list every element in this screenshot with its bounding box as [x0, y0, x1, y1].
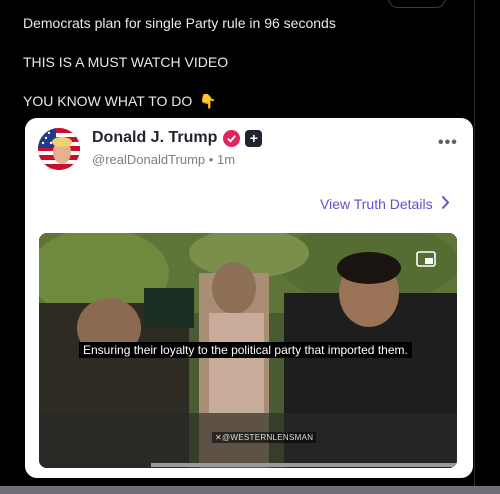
tweet-text-line-2: THIS IS A MUST WATCH VIDEO	[23, 54, 229, 70]
author-handle: @realDonaldTrump	[92, 152, 206, 167]
top-button-edge[interactable]	[388, 0, 446, 8]
verified-badge-icon	[223, 129, 241, 147]
tweet-text-line-1: Democrats plan for single Party rule in …	[23, 15, 336, 31]
video-caption: Ensuring their loyalty to the political …	[79, 342, 412, 358]
plus-icon[interactable]: +	[245, 129, 263, 147]
more-horizontal-icon[interactable]: •••	[438, 134, 458, 152]
author-meta: @realDonaldTrump • 1m	[92, 152, 235, 167]
tweet-text-line-3-label: YOU KNOW WHAT TO DO	[23, 93, 193, 109]
chevron-right-icon	[441, 195, 450, 213]
view-truth-details-label: View Truth Details	[320, 196, 433, 212]
post-time: 1m	[216, 152, 236, 167]
embedded-truth-card[interactable]: Donald J. Trump + @realDonaldTrump • 1m …	[25, 118, 473, 478]
scrollbar-gutter[interactable]	[474, 0, 500, 494]
video-watermark: ✕@WESTERNLENSMAN	[212, 432, 317, 443]
author-row: Donald J. Trump +	[92, 129, 263, 147]
tweet-text-line-3: YOU KNOW WHAT TO DO 👇	[23, 92, 217, 110]
meta-separator: •	[208, 152, 214, 167]
video-progress-bar[interactable]	[151, 463, 457, 467]
picture-in-picture-icon[interactable]	[416, 251, 436, 272]
avatar[interactable]	[38, 128, 80, 170]
view-truth-details-link[interactable]: View Truth Details	[320, 195, 450, 213]
video-player[interactable]: Ensuring their loyalty to the political …	[39, 233, 457, 468]
tweet-area: Democrats plan for single Party rule in …	[0, 0, 474, 486]
pointing-down-icon: 👇	[199, 93, 217, 109]
bottom-divider	[0, 486, 500, 494]
author-name[interactable]: Donald J. Trump	[92, 129, 217, 147]
